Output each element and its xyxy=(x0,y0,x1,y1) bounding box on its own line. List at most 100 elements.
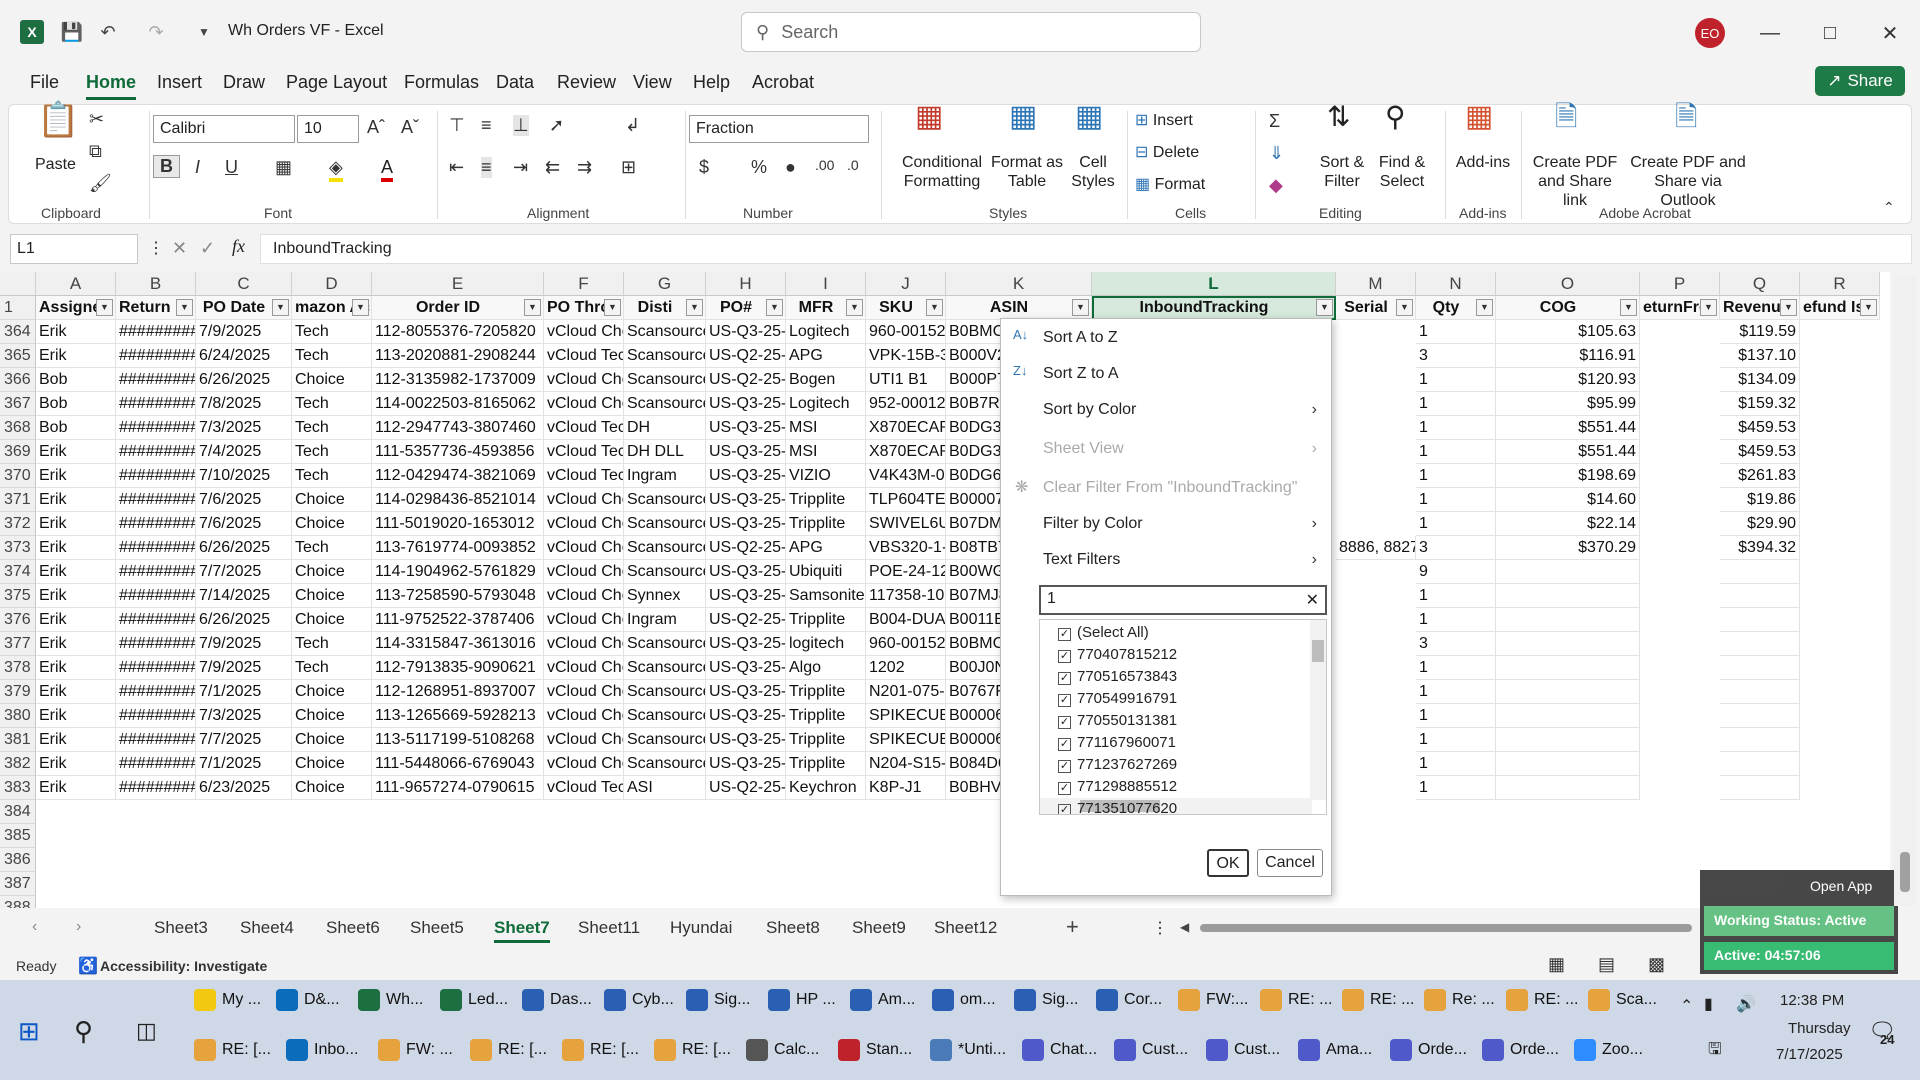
filter-value-list[interactable]: ✓ (Select All) ✓ 770407815212 ✓ 770516573843 ✓… xyxy=(1039,619,1327,815)
table-cell[interactable]: vCloud Chc xyxy=(544,704,624,728)
cancel-button[interactable]: Cancel xyxy=(1257,849,1323,877)
filter-dropdown-icon[interactable]: ▼ xyxy=(96,299,113,316)
taskbar-app-item[interactable]: RE: ... xyxy=(1338,980,1414,1020)
select-all-corner[interactable] xyxy=(0,272,36,296)
table-cell[interactable]: Algo xyxy=(786,656,866,680)
sheet-tab-sheet12[interactable]: Sheet12 xyxy=(934,918,997,938)
table-cell[interactable]: 6/26/2025 xyxy=(196,536,292,560)
row-header[interactable]: 375 xyxy=(0,584,36,608)
row-header[interactable]: 372 xyxy=(0,512,36,536)
table-cell[interactable]: 112-8055376-7205820 xyxy=(372,320,544,344)
table-cell[interactable]: US-Q2-25-/ xyxy=(706,536,786,560)
name-box[interactable]: L1 xyxy=(10,234,138,264)
table-cell[interactable]: 111-9752522-3787406 xyxy=(372,608,544,632)
menu-help[interactable]: Help xyxy=(693,72,730,93)
table-cell[interactable]: vCloud Chc xyxy=(544,608,624,632)
wrap-text-icon[interactable]: ↲ xyxy=(625,115,640,136)
row-header[interactable]: 376 xyxy=(0,608,36,632)
table-cell[interactable]: 1 xyxy=(1416,392,1496,416)
table-cell[interactable]: Choice xyxy=(292,608,372,632)
table-cell[interactable]: $116.91 xyxy=(1496,344,1640,368)
table-cell[interactable]: Erik xyxy=(36,536,116,560)
table-cell[interactable] xyxy=(1496,752,1640,776)
checkbox-icon[interactable]: ✓ xyxy=(1058,716,1071,729)
table-cell[interactable]: vCloud Tec xyxy=(544,776,624,800)
table-cell[interactable]: $120.93 xyxy=(1496,368,1640,392)
collapse-ribbon-icon[interactable]: ⌃ xyxy=(1883,199,1895,216)
customize-toolbar-icon[interactable]: ▼ xyxy=(192,20,216,44)
table-cell[interactable] xyxy=(1496,608,1640,632)
table-cell[interactable]: Erik xyxy=(36,776,116,800)
taskbar-app-item[interactable]: Stan... xyxy=(834,1030,912,1070)
sheet-tab-sheet4[interactable]: Sheet4 xyxy=(240,918,294,938)
menu-file[interactable]: File xyxy=(30,72,59,93)
sheet-tab-sheet5[interactable]: Sheet5 xyxy=(410,918,464,938)
column-header-D[interactable]: D xyxy=(292,272,372,296)
taskbar-app-item[interactable]: Inbo... xyxy=(282,1030,358,1070)
redo-icon[interactable]: ↷ xyxy=(144,20,168,44)
percent-icon[interactable]: % xyxy=(751,157,767,178)
table-cell[interactable]: MSI xyxy=(786,416,866,440)
table-cell[interactable]: 114-3315847-3613016 xyxy=(372,632,544,656)
table-cell[interactable]: VPK-15B-3- xyxy=(866,344,946,368)
maximize-button[interactable]: □ xyxy=(1810,18,1850,48)
table-cell[interactable]: US-Q3-25-/ xyxy=(706,392,786,416)
table-cell[interactable]: US-Q3-25-/ xyxy=(706,656,786,680)
row-header[interactable]: 364 xyxy=(0,320,36,344)
table-cell[interactable]: 7/14/2025 xyxy=(196,584,292,608)
increase-font-icon[interactable]: Aˆ xyxy=(367,117,385,138)
table-cell[interactable]: ######### xyxy=(116,656,196,680)
table-cell[interactable]: Erik xyxy=(36,728,116,752)
vertical-scrollbar-thumb[interactable] xyxy=(1900,852,1910,892)
checkbox-icon[interactable]: ✓ xyxy=(1058,782,1071,795)
table-cell[interactable]: 112-3135982-1737009 xyxy=(372,368,544,392)
row-header[interactable]: 388 xyxy=(0,896,36,908)
table-cell[interactable]: Samsonite xyxy=(786,584,866,608)
table-cell[interactable]: ASI xyxy=(624,776,706,800)
bold-icon[interactable]: B xyxy=(153,155,180,178)
paste-icon[interactable]: 📋 xyxy=(37,103,79,137)
table-cell[interactable]: 117358-10 xyxy=(866,584,946,608)
table-cell[interactable]: 7/10/2025 xyxy=(196,464,292,488)
table-cell[interactable]: 7/9/2025 xyxy=(196,320,292,344)
table-cell[interactable]: $551.44 xyxy=(1496,416,1640,440)
table-cell[interactable]: ######### xyxy=(116,680,196,704)
taskbar-app-item[interactable]: om... xyxy=(928,980,996,1020)
table-cell[interactable]: POE-24-12' xyxy=(866,560,946,584)
table-cell[interactable]: vCloud Chc xyxy=(544,536,624,560)
column-header-E[interactable]: E xyxy=(372,272,544,296)
accessibility-status[interactable]: Accessibility: Investigate xyxy=(100,958,267,974)
cell-styles-button[interactable]: Cell Styles xyxy=(1065,153,1121,191)
taskbar-app-item[interactable]: Sig... xyxy=(1010,980,1078,1020)
column-header-K[interactable]: K xyxy=(946,272,1092,296)
table-cell[interactable] xyxy=(1496,728,1640,752)
table-cell[interactable]: 1 xyxy=(1416,512,1496,536)
table-cell[interactable] xyxy=(1496,680,1640,704)
row-header[interactable]: 378 xyxy=(0,656,36,680)
autosum-icon[interactable]: Σ xyxy=(1269,111,1280,132)
row-header[interactable]: 1 xyxy=(0,296,36,320)
create-pdf-outlook-button[interactable]: Create PDF and Share via Outlook xyxy=(1627,153,1749,210)
format-as-table-button[interactable]: Format as Table xyxy=(987,153,1067,191)
currency-icon[interactable]: $ xyxy=(699,157,709,178)
table-cell[interactable]: Logitech xyxy=(786,392,866,416)
table-cell[interactable]: $394.32 xyxy=(1720,536,1800,560)
table-cell[interactable]: ######### xyxy=(116,584,196,608)
spreadsheet-grid[interactable]: A B C D E F G H I J K L M N O P Q R 1 Assigned ▼ Return D ▼ PO … xyxy=(0,272,1890,908)
table-cell[interactable]: 112-0429474-3821069 xyxy=(372,464,544,488)
copy-icon[interactable]: ⧉ xyxy=(89,141,102,162)
table-cell[interactable]: 1 xyxy=(1416,320,1496,344)
table-cell[interactable]: 1 xyxy=(1416,440,1496,464)
filter-list-item[interactable]: ✓ 770550131381 xyxy=(1058,712,1177,729)
table-cell[interactable]: 7/9/2025 xyxy=(196,656,292,680)
row-header[interactable]: 384 xyxy=(0,800,36,824)
table-cell[interactable]: Choice xyxy=(292,512,372,536)
header-cell[interactable]: COG xyxy=(1496,296,1640,320)
font-color-icon[interactable]: A xyxy=(381,157,394,182)
table-cell[interactable]: ######### xyxy=(116,392,196,416)
filter-dropdown-icon[interactable]: ▼ xyxy=(272,299,289,316)
italic-icon[interactable]: I xyxy=(195,157,200,178)
table-cell[interactable]: US-Q3-25-( xyxy=(706,512,786,536)
table-cell[interactable]: Erik xyxy=(36,512,116,536)
table-cell[interactable]: Choice xyxy=(292,728,372,752)
